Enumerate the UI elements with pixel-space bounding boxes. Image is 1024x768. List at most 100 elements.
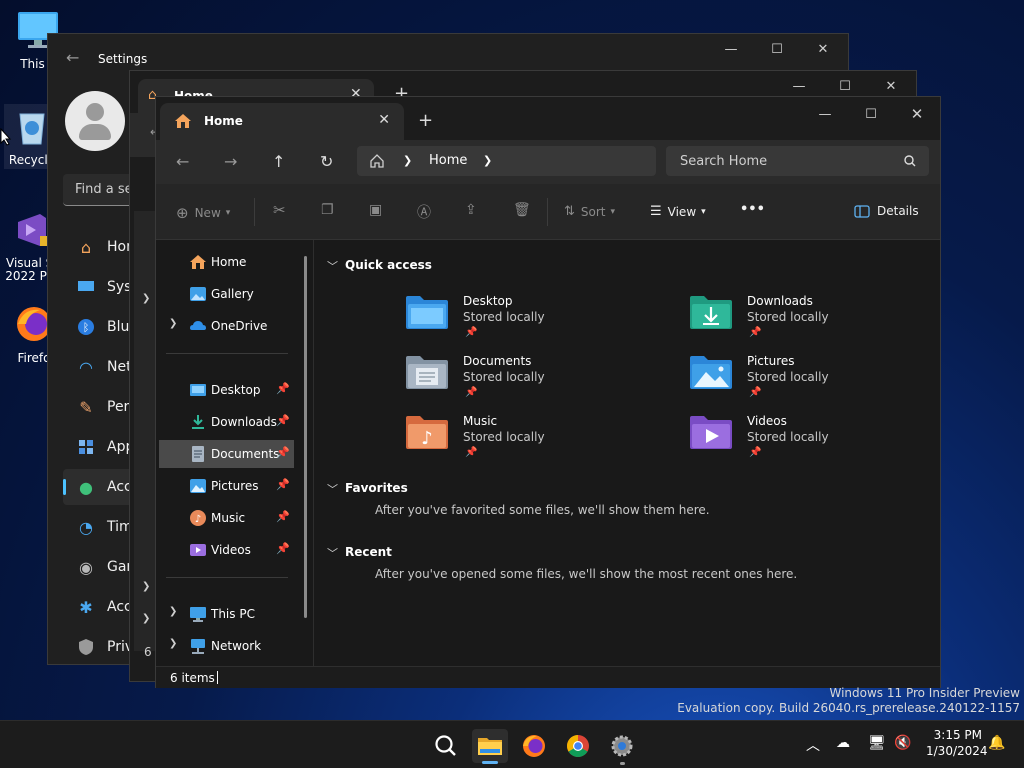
- details-button[interactable]: Details: [854, 204, 919, 218]
- user-avatar[interactable]: [65, 91, 125, 151]
- nav-item-gallery[interactable]: Gallery: [159, 280, 294, 308]
- new-tab-icon[interactable]: +: [418, 110, 433, 131]
- onedrive-cloud-icon[interactable]: ☁: [836, 735, 850, 751]
- taskbar-search-button[interactable]: [428, 729, 464, 763]
- chevron-down-icon: ▾: [225, 208, 231, 218]
- home-outline-icon: [370, 154, 384, 168]
- forward-arrow-icon[interactable]: →: [224, 152, 237, 171]
- tab-bar: Home ✕ + — ☐ ✕: [156, 97, 940, 140]
- breadcrumb-home[interactable]: Home: [429, 153, 467, 168]
- chevron-right-icon[interactable]: ❯: [169, 638, 177, 649]
- section-quick-access[interactable]: ﹀ Quick access: [327, 258, 432, 273]
- search-icon: [435, 735, 456, 756]
- chevron-right-icon[interactable]: ❯: [142, 581, 150, 592]
- sort-button[interactable]: ⇅ Sort ▾: [564, 204, 615, 219]
- nav-item-network[interactable]: ❯ Network: [159, 632, 294, 660]
- quick-access-item-downloads[interactable]: Downloads Stored locally 📌: [689, 294, 919, 352]
- settings-title: Settings: [98, 52, 148, 66]
- brush-icon: ✎: [79, 397, 93, 417]
- pin-icon[interactable]: 📌: [276, 414, 290, 427]
- nav-item-home[interactable]: Home: [159, 248, 294, 276]
- pin-icon[interactable]: 📌: [276, 446, 290, 459]
- home-icon: [175, 114, 191, 128]
- clock-icon: ◔: [79, 517, 93, 537]
- plus-circle-icon: ⊕: [176, 204, 189, 222]
- clock[interactable]: 3:15 PM 1/30/2024: [926, 728, 988, 758]
- section-recent[interactable]: ﹀ Recent: [327, 545, 392, 560]
- recent-empty-message: After you've opened some files, we'll sh…: [375, 567, 798, 581]
- back-arrow-icon[interactable]: ←: [176, 152, 189, 171]
- share-icon[interactable]: ⇪: [465, 202, 477, 218]
- maximize-button[interactable]: ☐: [754, 34, 800, 64]
- nav-item-downloads[interactable]: Downloads 📌: [159, 408, 294, 436]
- close-icon[interactable]: ✕: [378, 112, 390, 128]
- tab-home[interactable]: Home ✕: [160, 103, 404, 140]
- chevron-up-icon[interactable]: ︿: [806, 735, 820, 755]
- minimize-button[interactable]: —: [802, 99, 848, 129]
- desktop-folder-icon: [190, 384, 206, 396]
- nav-item-this-pc[interactable]: ❯ This PC: [159, 600, 294, 628]
- back-arrow-icon[interactable]: ←: [66, 48, 79, 67]
- copy-icon[interactable]: ❐: [321, 202, 334, 218]
- computer-icon: [190, 607, 206, 622]
- nav-item-onedrive[interactable]: ❯ OneDrive: [159, 312, 294, 340]
- taskbar-firefox-button[interactable]: [516, 729, 552, 763]
- section-favorites[interactable]: ﹀ Favorites: [327, 481, 408, 496]
- pin-icon[interactable]: 📌: [276, 382, 290, 395]
- taskbar-settings-button[interactable]: [604, 729, 640, 765]
- pin-icon: 📌: [465, 387, 478, 398]
- tab-label: Home: [204, 114, 243, 128]
- maximize-button[interactable]: ☐: [848, 99, 894, 129]
- taskbar-chrome-button[interactable]: [560, 729, 596, 763]
- chevron-right-icon[interactable]: ❯: [142, 293, 150, 304]
- nav-item-desktop[interactable]: Desktop 📌: [159, 376, 294, 404]
- svg-text:♪: ♪: [195, 514, 201, 525]
- more-options-icon[interactable]: •••: [740, 202, 765, 217]
- quick-access-item-desktop[interactable]: Desktop Stored locally 📌: [405, 294, 635, 352]
- watermark-line-1: Windows 11 Pro Insider Preview: [829, 686, 1020, 700]
- quick-access-item-videos[interactable]: Videos Stored locally 📌: [689, 414, 919, 472]
- explorer-window[interactable]: Home ✕ + — ☐ ✕ ← → ↑ ↻ ❯ Home ❯ Search H…: [155, 96, 941, 688]
- nav-scrollbar[interactable]: [304, 256, 307, 618]
- desktop-folder-icon: [406, 296, 448, 329]
- nav-item-music[interactable]: ♪ Music 📌: [159, 504, 294, 532]
- volume-muted-icon[interactable]: 🔇: [894, 735, 911, 751]
- up-arrow-icon[interactable]: ↑: [272, 152, 285, 171]
- quick-access-item-music[interactable]: ♪ Music Stored locally 📌: [405, 414, 635, 472]
- quick-access-item-documents[interactable]: Documents Stored locally 📌: [405, 354, 635, 412]
- videos-folder-icon: [690, 416, 732, 449]
- cut-icon[interactable]: ✂: [273, 201, 286, 219]
- watermark-line-2: Evaluation copy. Build 26040.rs_prerelea…: [677, 701, 1020, 715]
- notification-bell-icon[interactable]: 🔔: [988, 735, 1005, 751]
- pin-icon[interactable]: 📌: [276, 510, 290, 523]
- taskbar-file-explorer-button[interactable]: [472, 729, 508, 764]
- quick-access-item-pictures[interactable]: Pictures Stored locally 📌: [689, 354, 919, 412]
- chevron-right-icon[interactable]: ❯: [169, 606, 177, 617]
- nav-item-videos[interactable]: Videos 📌: [159, 536, 294, 564]
- person-icon: ●: [79, 477, 93, 497]
- command-bar: ⊕ New ▾ ✂ ❐ ▣ Ⓐ ⇪ 🗑 ⇅ Sort ▾ ☰ View ▾ ••…: [156, 184, 940, 240]
- network-icon[interactable]: 🖥: [868, 735, 886, 751]
- chevron-right-icon[interactable]: ❯: [169, 318, 177, 329]
- close-button[interactable]: ✕: [894, 99, 940, 129]
- chevron-right-icon[interactable]: ❯: [142, 613, 150, 624]
- chevron-right-icon[interactable]: ❯: [403, 154, 412, 167]
- search-input[interactable]: Search Home: [666, 146, 929, 176]
- delete-icon[interactable]: 🗑: [513, 202, 531, 218]
- view-button[interactable]: ☰ View ▾: [650, 204, 706, 219]
- chevron-right-icon[interactable]: ❯: [483, 154, 492, 167]
- rename-icon[interactable]: Ⓐ: [417, 202, 431, 222]
- clock-date: 1/30/2024: [926, 744, 988, 758]
- minimize-button[interactable]: —: [708, 34, 754, 64]
- pin-icon[interactable]: 📌: [276, 542, 290, 555]
- address-bar[interactable]: ❯ Home ❯: [357, 146, 656, 176]
- nav-item-pictures[interactable]: Pictures 📌: [159, 472, 294, 500]
- refresh-icon[interactable]: ↻: [320, 152, 333, 171]
- close-button[interactable]: ✕: [800, 34, 846, 64]
- paste-icon[interactable]: ▣: [369, 202, 382, 218]
- new-button[interactable]: ⊕ New ▾: [176, 204, 230, 222]
- pin-icon[interactable]: 📌: [276, 478, 290, 491]
- nav-item-documents[interactable]: Documents 📌: [159, 440, 294, 468]
- video-icon: [190, 544, 206, 556]
- item-count: 6 items: [170, 671, 215, 685]
